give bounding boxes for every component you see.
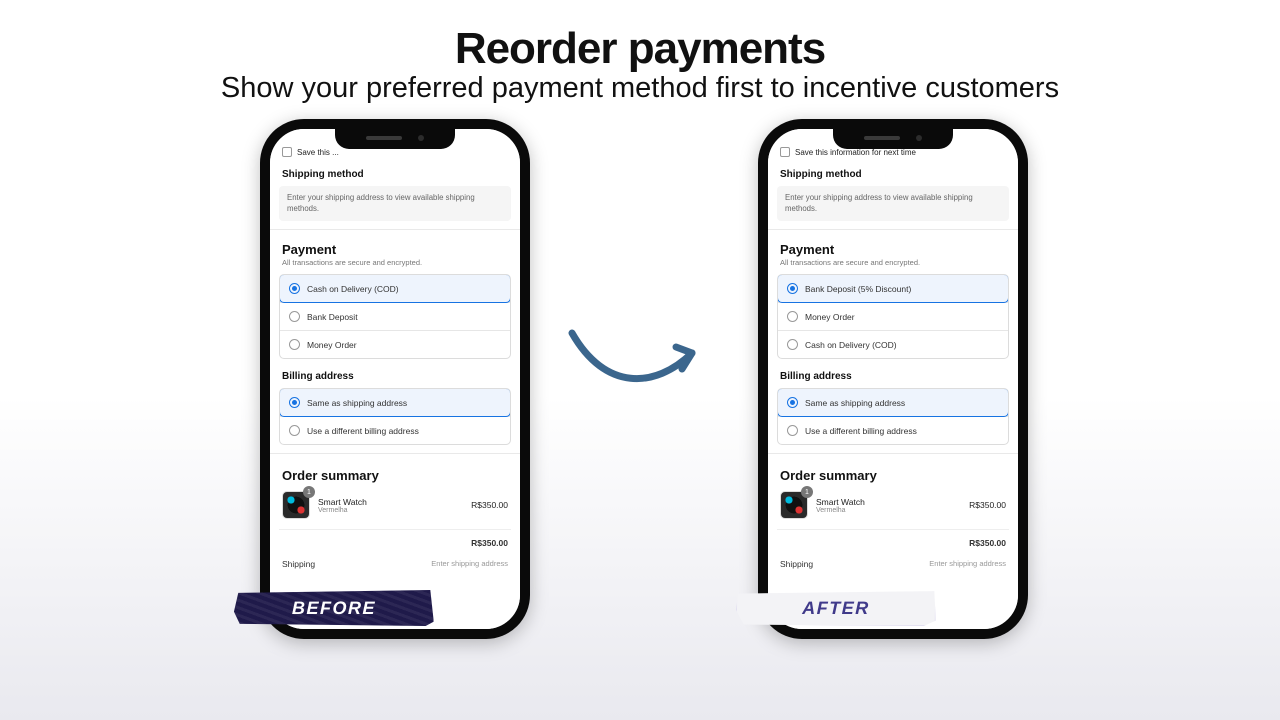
- comparison-stage: Save this ... Shipping method Enter your…: [0, 119, 1280, 699]
- radio-icon: [787, 339, 798, 350]
- divider: [768, 229, 1018, 230]
- payment-option-label: Cash on Delivery (COD): [805, 340, 897, 350]
- order-summary-title: Order summary: [777, 462, 1009, 489]
- order-item-row: 1 Smart Watch Vermelha R$350.00: [279, 489, 511, 521]
- phone-notch: [335, 127, 455, 149]
- payment-option-bank[interactable]: Bank Deposit: [280, 302, 510, 330]
- billing-option-label: Same as shipping address: [805, 398, 905, 408]
- after-badge: AFTER: [736, 590, 937, 626]
- billing-title: Billing address: [279, 359, 511, 388]
- shipping-method-title: Shipping method: [279, 165, 511, 186]
- radio-icon: [289, 283, 300, 294]
- billing-option-label: Use a different billing address: [805, 426, 917, 436]
- payment-option-label: Cash on Delivery (COD): [307, 284, 399, 294]
- speaker-icon: [366, 136, 402, 140]
- page-subtitle: Show your preferred payment method first…: [0, 72, 1280, 105]
- product-variant: Vermelha: [318, 507, 463, 514]
- subtotal-amount: R$350.00: [471, 538, 508, 548]
- payment-option-bank[interactable]: Bank Deposit (5% Discount): [777, 274, 1009, 303]
- radio-icon: [787, 311, 798, 322]
- product-name: Smart Watch: [318, 497, 463, 507]
- radio-icon: [787, 283, 798, 294]
- before-badge-text: BEFORE: [292, 598, 376, 619]
- payment-option-money-order[interactable]: Money Order: [778, 302, 1008, 330]
- payment-option-cod[interactable]: Cash on Delivery (COD): [279, 274, 511, 303]
- before-badge: BEFORE: [234, 590, 435, 626]
- billing-option-label: Same as shipping address: [307, 398, 407, 408]
- payment-title: Payment: [777, 238, 1009, 258]
- order-item-row: 1 Smart Watch Vermelha R$350.00: [777, 489, 1009, 521]
- checkbox-icon[interactable]: [282, 147, 292, 157]
- billing-option-diff[interactable]: Use a different billing address: [778, 416, 1008, 444]
- billing-options: Same as shipping address Use a different…: [777, 388, 1009, 445]
- page-heading: Reorder payments Show your preferred pay…: [0, 0, 1280, 105]
- payment-options: Cash on Delivery (COD) Bank Deposit Mone…: [279, 274, 511, 359]
- phone-after: Save this information for next time Ship…: [758, 119, 1028, 639]
- divider: [270, 229, 520, 230]
- subtotal-row: R$350.00: [279, 529, 511, 548]
- billing-title: Billing address: [777, 359, 1009, 388]
- checkbox-icon[interactable]: [780, 147, 790, 157]
- payment-option-label: Money Order: [805, 312, 855, 322]
- save-info-row[interactable]: Save this information for next time: [777, 147, 1009, 165]
- shipping-note: Enter your shipping address to view avai…: [777, 186, 1009, 221]
- divider: [270, 453, 520, 454]
- billing-options: Same as shipping address Use a different…: [279, 388, 511, 445]
- radio-icon: [289, 425, 300, 436]
- shipping-hint: Enter shipping address: [431, 559, 508, 569]
- billing-option-label: Use a different billing address: [307, 426, 419, 436]
- payment-option-label: Money Order: [307, 340, 357, 350]
- save-info-row[interactable]: Save this ...: [279, 147, 511, 165]
- shipping-hint: Enter shipping address: [929, 559, 1006, 569]
- radio-icon: [289, 397, 300, 408]
- payment-subtitle: All transactions are secure and encrypte…: [279, 258, 511, 274]
- camera-icon: [916, 135, 922, 141]
- camera-icon: [418, 135, 424, 141]
- shipping-label: Shipping: [282, 559, 315, 569]
- shipping-label: Shipping: [780, 559, 813, 569]
- payment-title: Payment: [279, 238, 511, 258]
- checkout-screen: Save this ... Shipping method Enter your…: [270, 129, 520, 629]
- payment-option-label: Bank Deposit (5% Discount): [805, 284, 911, 294]
- product-name: Smart Watch: [816, 497, 961, 507]
- product-price: R$350.00: [969, 500, 1006, 510]
- after-badge-text: AFTER: [802, 598, 870, 619]
- shipping-note: Enter your shipping address to view avai…: [279, 186, 511, 221]
- order-summary-title: Order summary: [279, 462, 511, 489]
- payment-option-cod[interactable]: Cash on Delivery (COD): [778, 330, 1008, 358]
- payment-option-label: Bank Deposit: [307, 312, 358, 322]
- product-thumbnail: 1: [282, 491, 310, 519]
- subtotal-amount: R$350.00: [969, 538, 1006, 548]
- shipping-row: Shipping Enter shipping address: [777, 556, 1009, 569]
- payment-option-money-order[interactable]: Money Order: [280, 330, 510, 358]
- shipping-method-title: Shipping method: [777, 165, 1009, 186]
- divider: [768, 453, 1018, 454]
- product-thumbnail: 1: [780, 491, 808, 519]
- qty-badge: 1: [303, 486, 315, 498]
- shipping-row: Shipping Enter shipping address: [279, 556, 511, 569]
- arrow-icon: [560, 319, 720, 399]
- save-info-label: Save this ...: [297, 148, 339, 157]
- billing-option-diff[interactable]: Use a different billing address: [280, 416, 510, 444]
- billing-option-same[interactable]: Same as shipping address: [777, 388, 1009, 417]
- qty-badge: 1: [801, 486, 813, 498]
- speaker-icon: [864, 136, 900, 140]
- phone-notch: [833, 127, 953, 149]
- subtotal-row: R$350.00: [777, 529, 1009, 548]
- billing-option-same[interactable]: Same as shipping address: [279, 388, 511, 417]
- payment-options: Bank Deposit (5% Discount) Money Order C…: [777, 274, 1009, 359]
- radio-icon: [787, 425, 798, 436]
- page-title: Reorder payments: [0, 24, 1280, 74]
- radio-icon: [289, 339, 300, 350]
- radio-icon: [289, 311, 300, 322]
- payment-subtitle: All transactions are secure and encrypte…: [777, 258, 1009, 274]
- radio-icon: [787, 397, 798, 408]
- product-price: R$350.00: [471, 500, 508, 510]
- phone-before: Save this ... Shipping method Enter your…: [260, 119, 530, 639]
- product-variant: Vermelha: [816, 507, 961, 514]
- checkout-screen: Save this information for next time Ship…: [768, 129, 1018, 629]
